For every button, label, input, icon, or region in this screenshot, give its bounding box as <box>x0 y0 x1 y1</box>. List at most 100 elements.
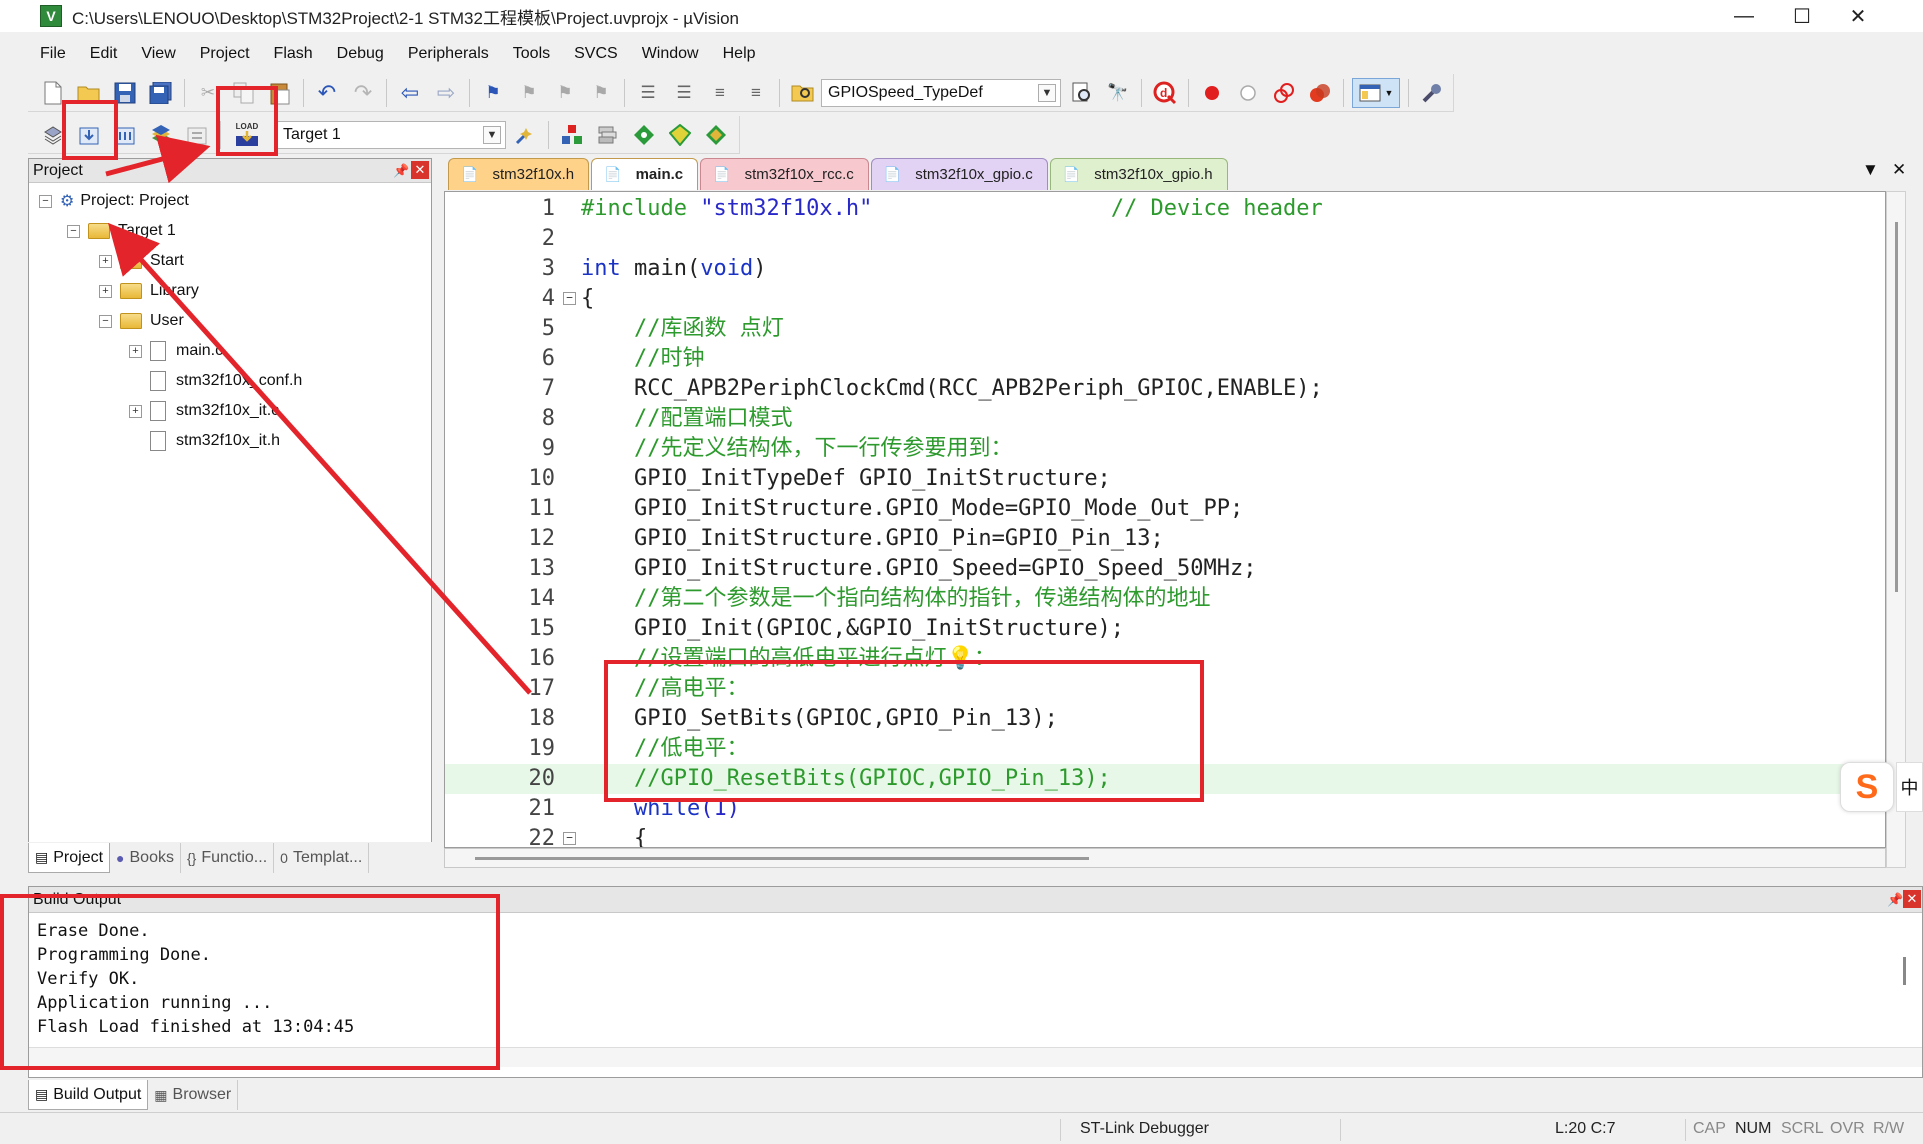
tab-functions[interactable]: {} Functio... <box>181 843 275 873</box>
find-icon[interactable] <box>1067 78 1097 108</box>
undo-icon[interactable]: ↶ <box>312 78 342 108</box>
menu-window[interactable]: Window <box>630 45 711 63</box>
tab-main-c[interactable]: 📄 main.c <box>591 158 699 190</box>
expand-icon[interactable]: + <box>99 254 112 268</box>
tab-stm32f10x-rcc-c[interactable]: 📄 stm32f10x_rcc.c <box>700 158 869 190</box>
tree-file-it-c[interactable]: + stm32f10x_it.c <box>129 397 279 425</box>
input-mode-edge[interactable]: 中 <box>1896 762 1923 812</box>
code-line[interactable]: 7 RCC_APB2PeriphClockCmd(RCC_APB2Periph_… <box>445 374 1885 404</box>
menu-project[interactable]: Project <box>188 45 262 63</box>
code-line[interactable]: 14 //第二个参数是一个指向结构体的指针，传递结构体的地址 <box>445 584 1885 614</box>
menu-peripherals[interactable]: Peripherals <box>396 45 501 63</box>
tab-stm32f10x-gpio-c[interactable]: 📄 stm32f10x_gpio.c <box>870 158 1048 190</box>
tab-stm32f10x-h[interactable]: 📄 stm32f10x.h <box>448 158 590 190</box>
menu-debug[interactable]: Debug <box>325 45 396 63</box>
close-icon[interactable]: ✕ <box>1903 890 1921 908</box>
output-vertical-scroll-thumb[interactable] <box>1903 957 1906 985</box>
code-line[interactable]: 9 //先定义结构体，下一行传参要用到： <box>445 434 1885 464</box>
tree-group-start[interactable]: + Start <box>99 247 184 275</box>
fold-toggle-icon[interactable]: − <box>563 292 576 305</box>
find-combo[interactable]: GPIOSpeed_TypeDef ▼ <box>821 78 1061 107</box>
code-line[interactable]: 10 GPIO_InitTypeDef GPIO_InitStructure; <box>445 464 1885 494</box>
insert-breakpoint-icon[interactable] <box>1197 78 1227 108</box>
code-line[interactable]: 15 GPIO_Init(GPIOC,&GPIO_InitStructure); <box>445 614 1885 644</box>
batch-build-icon[interactable] <box>146 120 176 150</box>
tab-books[interactable]: ● Books <box>110 843 181 873</box>
select-packs-icon[interactable] <box>593 120 623 150</box>
configure-wrench-icon[interactable] <box>1417 78 1447 108</box>
menu-edit[interactable]: Edit <box>78 45 130 63</box>
save-all-icon[interactable] <box>146 78 176 108</box>
bookmark-icon[interactable]: ⚑ <box>478 78 508 108</box>
indent-icon[interactable]: ☰ <box>633 78 663 108</box>
close-icon[interactable]: ✕ <box>411 161 429 179</box>
code-line[interactable]: 13 GPIO_InitStructure.GPIO_Speed=GPIO_Sp… <box>445 554 1885 584</box>
find-in-files-icon[interactable] <box>788 78 818 108</box>
pin-icon[interactable]: 📌 <box>393 163 409 179</box>
tree-target[interactable]: − Target 1 <box>67 217 176 245</box>
incremental-find-icon[interactable]: 🔭 <box>1103 78 1133 108</box>
navigate-back-icon[interactable]: ⇦ <box>395 78 425 108</box>
disable-breakpoints-icon[interactable] <box>1269 78 1299 108</box>
chevron-down-icon[interactable]: ▼ <box>483 125 501 144</box>
editor-horizontal-scrollbar[interactable] <box>444 848 1886 868</box>
expand-icon[interactable]: + <box>129 404 142 418</box>
manage-project-items-icon[interactable] <box>557 120 587 150</box>
tab-templates[interactable]: 0 Templat... <box>274 843 370 873</box>
tab-build-output[interactable]: ▤ Build Output <box>28 1080 149 1110</box>
code-line[interactable]: 3 int main(void) <box>445 254 1885 284</box>
next-bookmark-icon[interactable]: ⚑ <box>550 78 580 108</box>
scrollbar-thumb[interactable] <box>1895 222 1898 592</box>
tree-project-root[interactable]: − ⚙ Project: Project <box>39 187 189 215</box>
expand-icon[interactable]: + <box>99 284 112 298</box>
tree-group-library[interactable]: + Library <box>99 277 199 305</box>
tab-project[interactable]: ▤ Project <box>28 843 111 873</box>
code-line[interactable]: 1 #include "stm32f10x.h" // Device header <box>445 194 1885 224</box>
chevron-down-icon[interactable]: ▼ <box>1038 83 1056 102</box>
menu-file[interactable]: File <box>28 45 78 63</box>
uncomment-icon[interactable]: ≡ <box>741 78 771 108</box>
clear-bookmarks-icon[interactable]: ⚑ <box>586 78 616 108</box>
collapse-icon[interactable]: − <box>39 194 52 208</box>
unindent-icon[interactable]: ☰ <box>669 78 699 108</box>
collapse-icon[interactable]: − <box>99 314 112 328</box>
code-line[interactable]: 8 //配置端口模式 <box>445 404 1885 434</box>
sogou-input-widget[interactable]: S <box>1840 762 1894 812</box>
pin-icon[interactable]: 📌 <box>1887 892 1903 908</box>
pack-installer-icon[interactable] <box>665 120 695 150</box>
tab-list-dropdown-icon[interactable]: ▼ <box>1862 160 1879 180</box>
tree-group-user[interactable]: − User <box>99 307 184 335</box>
target-combo[interactable]: Target 1 ▼ <box>276 120 506 149</box>
start-debug-icon[interactable]: d <box>1150 78 1180 108</box>
code-line[interactable]: 12 GPIO_InitStructure.GPIO_Pin=GPIO_Pin_… <box>445 524 1885 554</box>
tab-stm32f10x-gpio-h[interactable]: 📄 stm32f10x_gpio.h <box>1049 158 1228 190</box>
window-layout-icon[interactable]: ▼ <box>1352 77 1400 108</box>
prev-bookmark-icon[interactable]: ⚑ <box>514 78 544 108</box>
tab-browser[interactable]: ▦ Browser <box>148 1080 239 1110</box>
menu-help[interactable]: Help <box>711 45 768 63</box>
target-options-icon[interactable] <box>510 120 540 150</box>
code-line[interactable]: 4−{ <box>445 284 1885 314</box>
code-line[interactable]: 6 //时钟 <box>445 344 1885 374</box>
menu-tools[interactable]: Tools <box>501 45 562 63</box>
scrollbar-thumb[interactable] <box>475 857 1089 860</box>
code-line[interactable]: 11 GPIO_InitStructure.GPIO_Mode=GPIO_Mod… <box>445 494 1885 524</box>
collapse-icon[interactable]: − <box>67 224 80 238</box>
stop-build-icon[interactable] <box>182 120 212 150</box>
menu-svcs[interactable]: SVCS <box>562 45 630 63</box>
tree-file-main-c[interactable]: + main.c <box>129 337 223 365</box>
expand-icon[interactable]: + <box>129 344 142 358</box>
navigate-forward-icon[interactable]: ⇨ <box>431 78 461 108</box>
close-editor-icon[interactable]: ✕ <box>1892 160 1906 180</box>
close-button[interactable]: ✕ <box>1823 0 1893 32</box>
menu-flash[interactable]: Flash <box>262 45 325 63</box>
comment-icon[interactable]: ≡ <box>705 78 735 108</box>
redo-icon[interactable]: ↷ <box>348 78 378 108</box>
code-line[interactable]: 2 <box>445 224 1885 254</box>
code-line[interactable]: 22− { <box>445 824 1885 847</box>
manage-rte-icon[interactable] <box>629 120 659 150</box>
tree-file-conf-h[interactable]: stm32f10x_conf.h <box>150 367 302 395</box>
tree-file-it-h[interactable]: stm32f10x_it.h <box>150 427 280 455</box>
kill-breakpoints-icon[interactable] <box>1305 78 1335 108</box>
enable-breakpoint-icon[interactable] <box>1233 78 1263 108</box>
